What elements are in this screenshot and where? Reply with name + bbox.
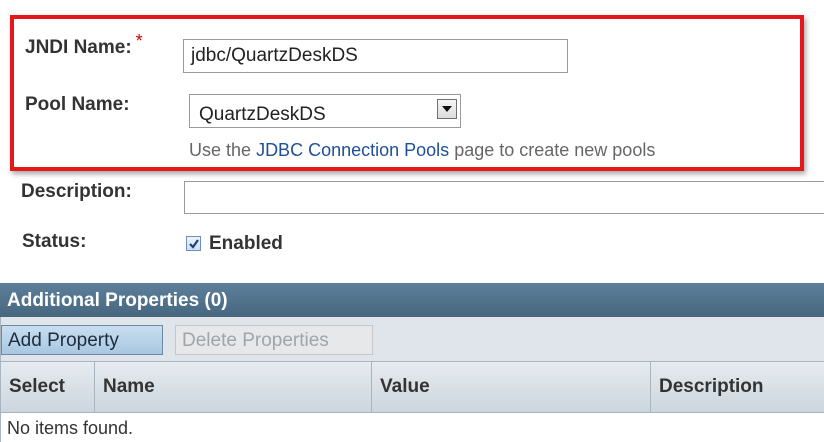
description-input[interactable] bbox=[184, 181, 824, 214]
add-property-button[interactable]: Add Property bbox=[1, 325, 163, 355]
status-label: Status: bbox=[22, 231, 87, 252]
column-header-value[interactable]: Value bbox=[371, 362, 650, 412]
properties-table-header: Select Name Value Description bbox=[0, 361, 824, 413]
additional-properties-title: Additional Properties (0) bbox=[0, 283, 824, 317]
delete-properties-button: Delete Properties bbox=[175, 325, 373, 355]
highlight-box bbox=[10, 15, 804, 171]
column-header-select[interactable]: Select bbox=[1, 362, 94, 412]
enabled-checkbox[interactable] bbox=[186, 236, 201, 251]
column-header-description[interactable]: Description bbox=[650, 362, 824, 412]
enabled-checkbox-label: Enabled bbox=[209, 233, 283, 254]
properties-toolbar: Add Property Delete Properties bbox=[0, 317, 824, 361]
description-label: Description: bbox=[21, 181, 132, 202]
checkmark-icon bbox=[189, 239, 199, 249]
empty-table-message: No items found. bbox=[0, 413, 824, 442]
column-header-name[interactable]: Name bbox=[94, 362, 371, 412]
